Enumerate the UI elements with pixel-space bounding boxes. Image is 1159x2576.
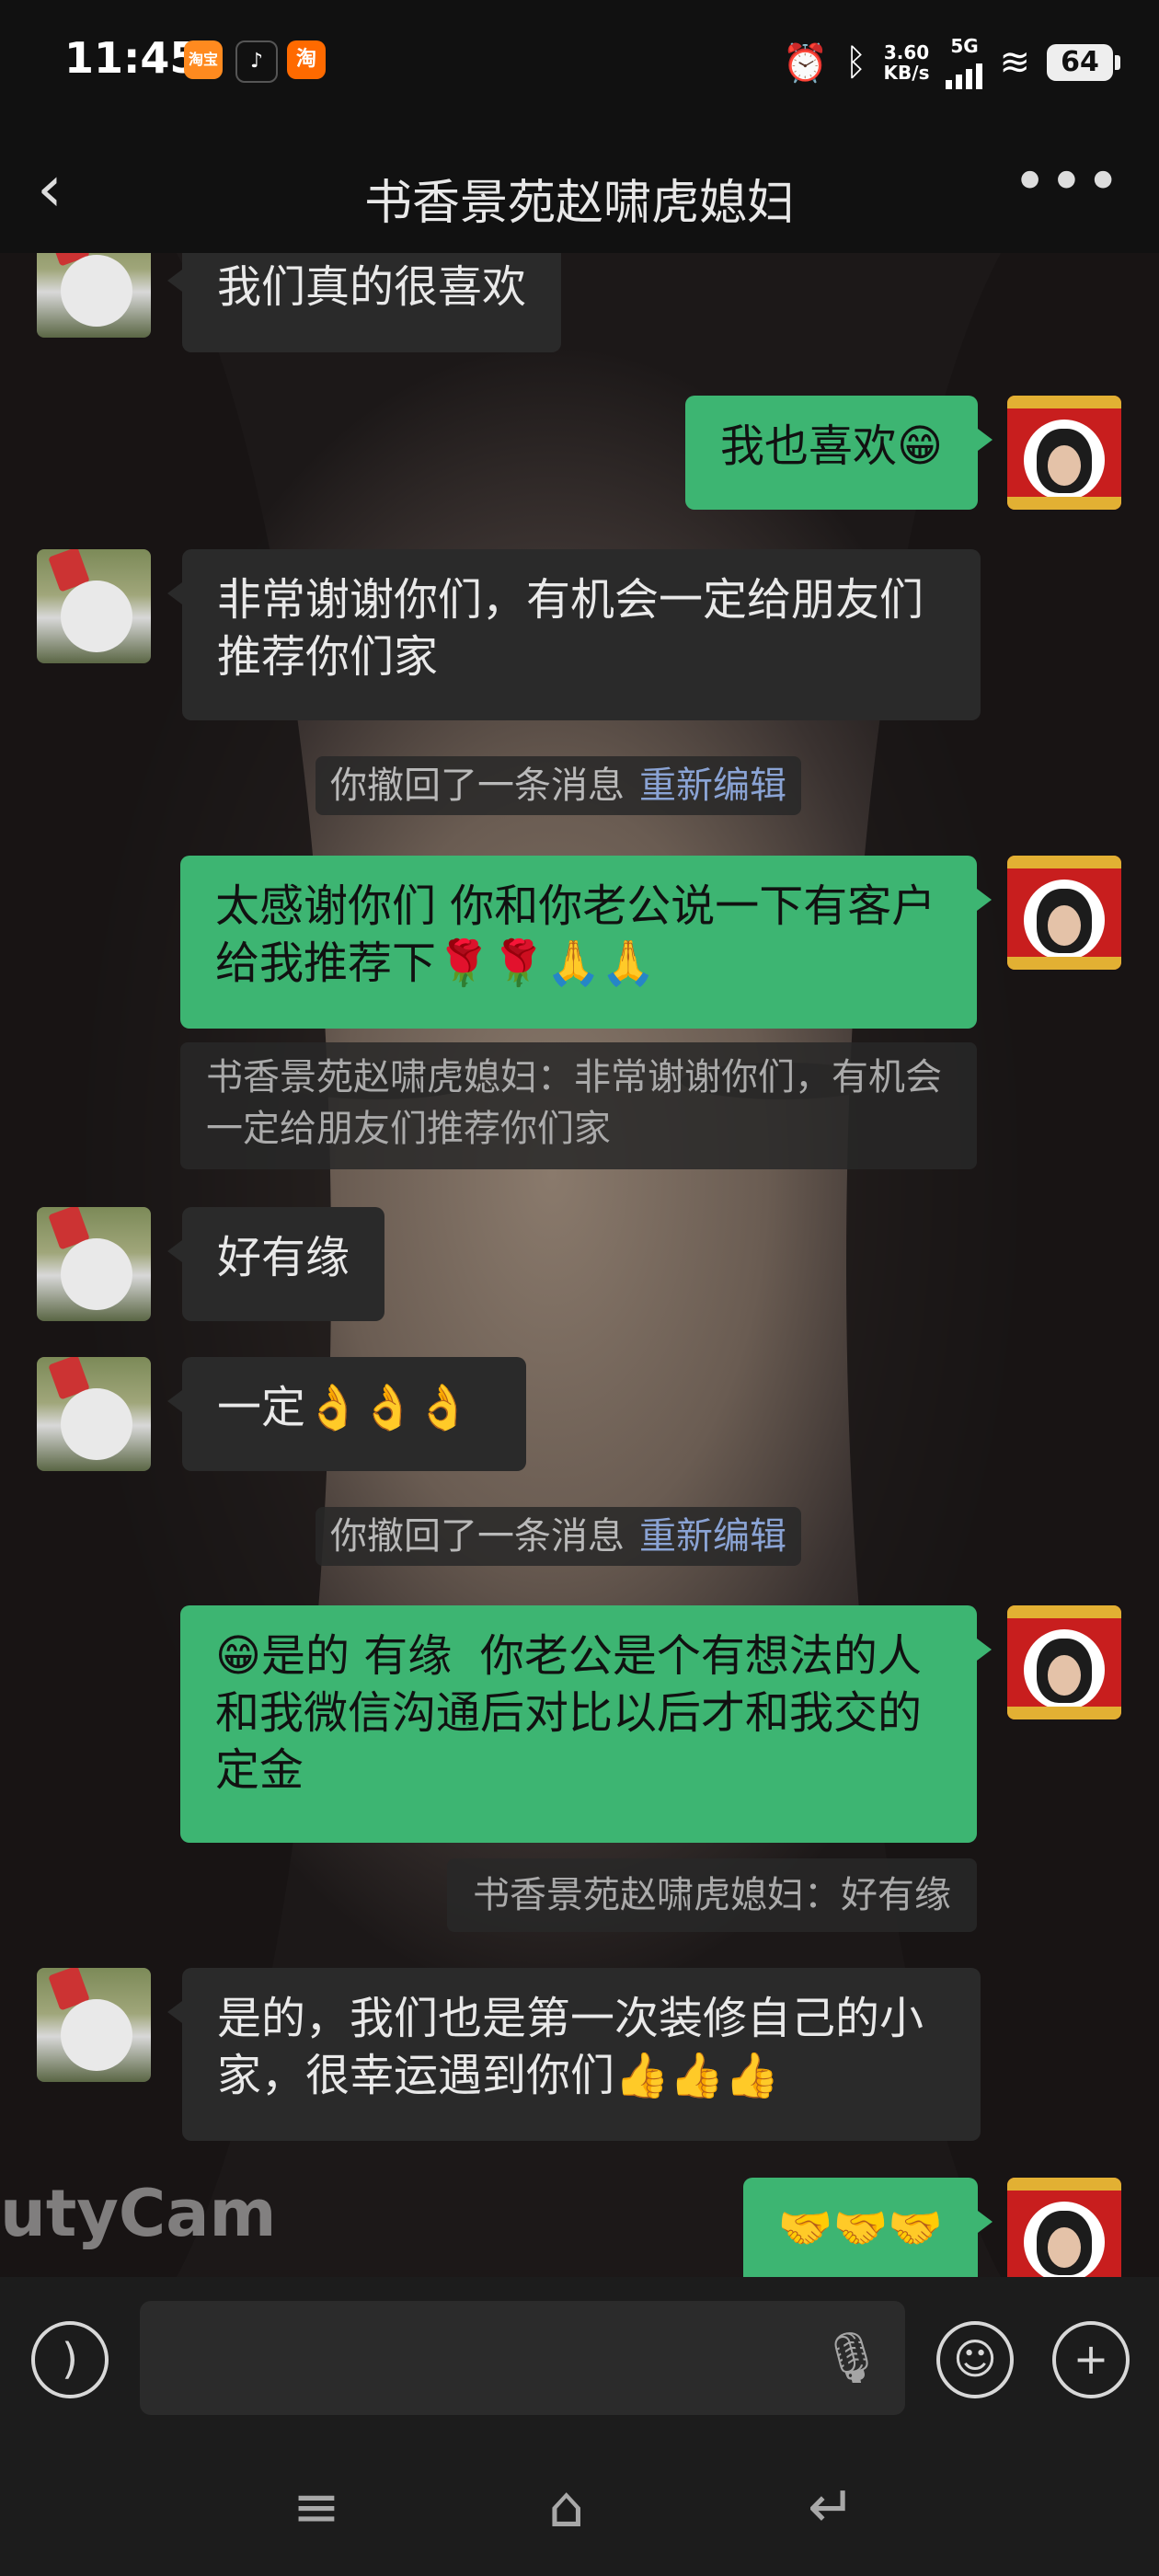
home-icon[interactable]: ⌂ <box>548 2473 584 2540</box>
wifi-icon: ≋ <box>999 41 1030 84</box>
chat-title: 书香景苑赵啸虎媳妇 <box>363 176 795 231</box>
system-nav-bar: ≡ ⌂ ↵ <box>0 2447 1159 2576</box>
contact-avatar[interactable] <box>37 549 151 663</box>
network-speed-value: 3.60 <box>883 41 930 63</box>
signal-bars-icon <box>946 56 983 89</box>
message-bubble-received[interactable]: 一定👌👌👌 <box>167 1357 526 1471</box>
message-bubble-received[interactable]: 是的，我们也是第一次装修自己的小家，很幸运遇到你们👍👍👍 <box>167 1968 981 2141</box>
re-edit-link[interactable]: 重新编辑 <box>639 1515 786 1558</box>
status-bar: 11:45 淘宝 ♪ 淘 ⏰ ᛒ 3.60 KB/s 5G ≋ 64 <box>0 0 1159 129</box>
chat-header: ‹ 书香景苑赵啸虎媳妇 ••• <box>0 129 1159 253</box>
quoted-message[interactable]: 书香景苑赵啸虎媳妇：好有缘 <box>447 1858 977 1932</box>
menu-icon[interactable]: ≡ <box>293 2473 340 2540</box>
my-avatar[interactable] <box>1007 1605 1121 1719</box>
quoted-message[interactable]: 书香景苑赵啸虎媳妇：非常谢谢你们，有机会一定给朋友们推荐你们家 <box>180 1042 977 1169</box>
input-bar: ) 🎙 ☺ + <box>0 2277 1159 2447</box>
my-avatar[interactable] <box>1007 2178 1121 2277</box>
recall-notice: 你撤回了一条消息 重新编辑 <box>316 1507 801 1566</box>
message-bubble-sent[interactable]: 😁是的 有缘 你老公是个有想法的人 和我微信沟通后对比以后才和我交的定金 <box>180 1605 992 1843</box>
network-speed-unit: KB/s <box>883 62 930 84</box>
message-bubble-sent[interactable]: 🤝🤝🤝 <box>742 2178 993 2277</box>
contact-avatar[interactable] <box>37 253 151 338</box>
signal-indicator: 5G <box>946 35 983 89</box>
recall-notice-text: 你撤回了一条消息 <box>330 1515 625 1558</box>
taobao-icon: 淘 <box>287 40 326 79</box>
my-avatar[interactable] <box>1007 396 1121 510</box>
contact-avatar[interactable] <box>37 1357 151 1471</box>
message-input[interactable]: 🎙 <box>140 2301 905 2415</box>
network-type: 5G <box>950 35 979 57</box>
contact-avatar[interactable] <box>37 1968 151 2082</box>
message-bubble-sent[interactable]: 我也喜欢😁 <box>684 396 993 510</box>
wallpaper-watermark: utyCam <box>0 2176 277 2251</box>
status-right-cluster: ⏰ ᛒ 3.60 KB/s 5G ≋ 64 <box>782 35 1120 90</box>
more-options-icon[interactable]: ••• <box>1013 145 1122 219</box>
status-time: 11:45 <box>64 33 200 83</box>
voice-toggle-icon[interactable]: ) <box>31 2321 109 2398</box>
message-bubble-received[interactable]: 非常谢谢你们，有机会一定给朋友们推荐你们家 <box>167 549 981 720</box>
microphone-icon[interactable]: 🎙 <box>820 2329 883 2387</box>
network-speed: 3.60 KB/s <box>884 42 930 83</box>
message-bubble-sent[interactable]: 太感谢你们 你和你老公说一下有客户给我推荐下🌹🌹🙏🙏 <box>180 856 992 1029</box>
battery-icon: 64 <box>1047 44 1120 81</box>
recall-notice: 你撤回了一条消息 重新编辑 <box>316 756 801 815</box>
message-list[interactable]: utyCam 我们真的很喜欢 我也喜欢😁 非常谢谢你们，有机会一定给朋友们推荐你… <box>0 253 1159 2277</box>
bluetooth-icon: ᛒ <box>844 41 867 84</box>
back-nav-icon[interactable]: ↵ <box>808 2473 855 2540</box>
message-bubble-received[interactable]: 好有缘 <box>166 1207 385 1321</box>
recall-notice-text: 你撤回了一条消息 <box>330 765 625 807</box>
alarm-icon: ⏰ <box>782 41 829 85</box>
contact-avatar[interactable] <box>37 1207 151 1321</box>
plus-icon[interactable]: + <box>1052 2321 1130 2398</box>
my-avatar[interactable] <box>1007 856 1121 970</box>
re-edit-link[interactable]: 重新编辑 <box>639 765 786 807</box>
tiktok-icon: ♪ <box>235 40 278 83</box>
message-bubble-received[interactable]: 我们真的很喜欢 <box>166 253 562 352</box>
emoji-icon[interactable]: ☺ <box>936 2321 1014 2398</box>
taobao-live-icon: 淘宝 <box>184 40 223 79</box>
